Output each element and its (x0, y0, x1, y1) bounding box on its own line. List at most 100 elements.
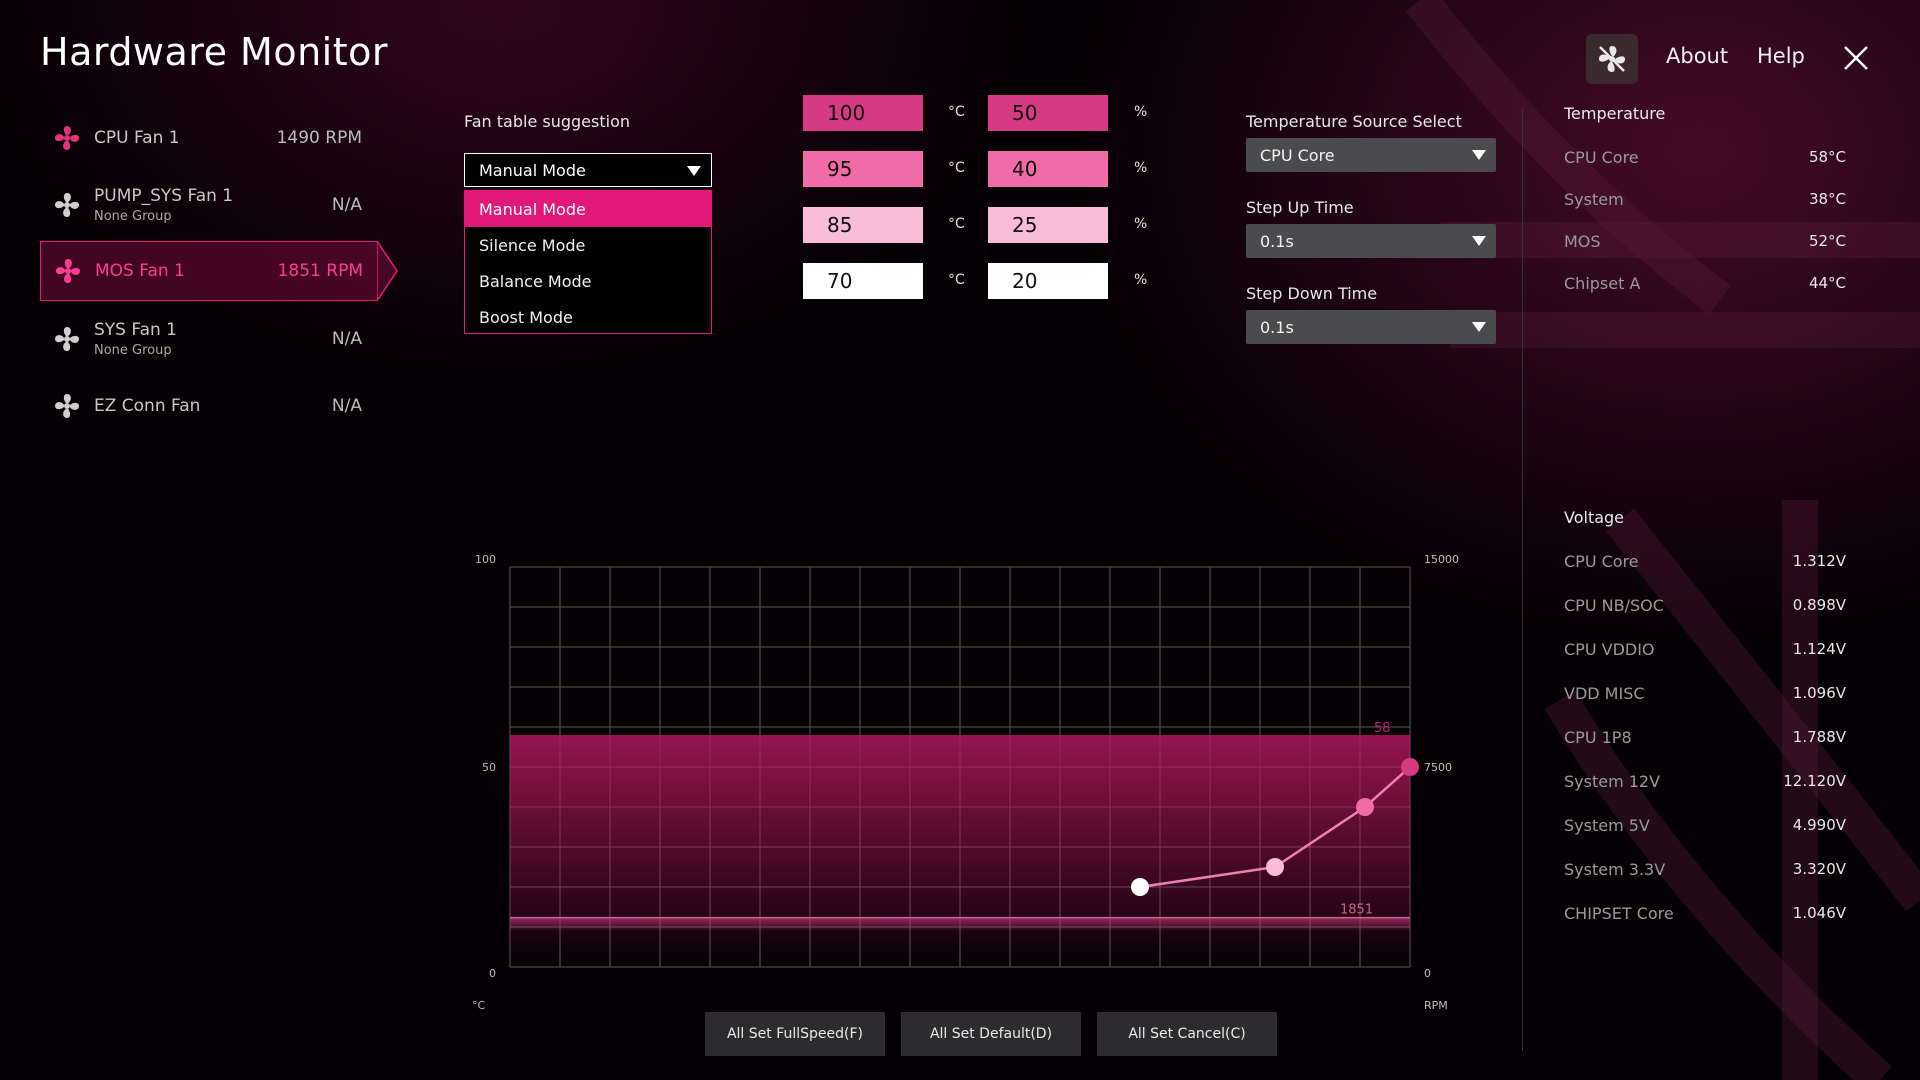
sensor-value: 1.046V (1792, 904, 1846, 922)
percent-input-4[interactable]: 20 (988, 263, 1108, 299)
sensor-value: 1.124V (1792, 640, 1846, 658)
left-axis-tick: 0 (489, 967, 496, 980)
left-axis-tick: 100 (475, 553, 496, 566)
fan-curve-chart[interactable]: 58 1851 100 50 0 15000 7500 0 °C RPM (470, 550, 1460, 1020)
sensor-label: CPU VDDIO (1564, 639, 1655, 659)
close-button[interactable] (1840, 42, 1872, 74)
fan-item-pump-sys-fan-1[interactable]: PUMP_SYS Fan 1 None Group N/A (40, 176, 376, 234)
fan-item-cpu-fan-1[interactable]: CPU Fan 1 1490 RPM (40, 109, 376, 167)
rpm-level-label: 1851 (1340, 903, 1373, 918)
sensor-value: 1.096V (1792, 684, 1846, 702)
curve-point[interactable] (1266, 858, 1284, 876)
sensor-label: Chipset A (1564, 273, 1641, 293)
about-link[interactable]: About (1666, 44, 1728, 68)
percent-input-1[interactable]: 50 (988, 95, 1108, 131)
step-down-select[interactable]: 0.1s (1246, 310, 1496, 344)
fan-mode-select[interactable]: Manual Mode (464, 153, 712, 187)
curve-point[interactable] (1356, 798, 1374, 816)
temp-unit: °C (948, 104, 965, 120)
temp-source-label: Temperature Source Select (1246, 112, 1462, 131)
voltage-row: System 5V 4.990V (1564, 810, 1846, 840)
fan-value: N/A (331, 396, 362, 416)
temp-input-4[interactable]: 70 (803, 263, 923, 299)
fan-group: None Group (94, 343, 172, 358)
fan-off-icon (1599, 46, 1625, 72)
caret-down-icon (1472, 236, 1486, 246)
fan-name: SYS Fan 1 (94, 320, 177, 340)
temperature-title: Temperature (1564, 104, 1666, 123)
left-axis-unit: °C (472, 999, 486, 1012)
sensor-label: MOS (1564, 231, 1601, 251)
voltage-row: CPU 1P8 1.788V (1564, 722, 1846, 752)
voltage-row: CHIPSET Core 1.046V (1564, 898, 1846, 928)
sensor-label: System 5V (1564, 815, 1650, 835)
close-icon (1844, 46, 1868, 70)
temp-input-1[interactable]: 100 (803, 95, 923, 131)
mode-option-balance[interactable]: Balance Mode (465, 263, 711, 299)
right-axis-tick: 0 (1424, 967, 1431, 980)
sensor-value: 38°C (1808, 190, 1846, 208)
all-set-full-speed-button[interactable]: All Set FullSpeed(F) (705, 1012, 885, 1056)
fan-mode-dropdown: Manual Mode Silence Mode Balance Mode Bo… (464, 190, 712, 334)
voltage-row: CPU NB/SOC 0.898V (1564, 590, 1846, 620)
mode-option-silence[interactable]: Silence Mode (465, 227, 711, 263)
fan-item-sys-fan-1[interactable]: SYS Fan 1 None Group N/A (40, 310, 376, 368)
curve-point[interactable] (1401, 758, 1419, 776)
temp-input-2[interactable]: 95 (803, 151, 923, 187)
temperature-row: System 38°C (1564, 184, 1846, 214)
fan-item-mos-fan-1[interactable]: MOS Fan 1 1851 RPM (40, 241, 398, 301)
voltage-row: System 3.3V 3.320V (1564, 854, 1846, 884)
sensor-label: VDD MISC (1564, 683, 1645, 703)
fan-name: CPU Fan 1 (94, 128, 180, 148)
temperature-level-label: 58 (1374, 721, 1391, 736)
percent-input-2[interactable]: 40 (988, 151, 1108, 187)
percent-unit: % (1134, 216, 1148, 232)
app-title: Hardware Monitor (40, 30, 388, 74)
sensor-label: CPU Core (1564, 551, 1639, 571)
percent-input-3[interactable]: 25 (988, 207, 1108, 243)
sensor-value: 58°C (1808, 148, 1846, 166)
fan-value: N/A (331, 195, 362, 215)
sensor-label: System (1564, 189, 1624, 209)
sensor-value: 0.898V (1792, 596, 1846, 614)
fan-icon (55, 394, 79, 418)
sensor-value: 1.788V (1792, 728, 1846, 746)
mode-option-manual[interactable]: Manual Mode (465, 191, 711, 227)
voltage-row: CPU Core 1.312V (1564, 546, 1846, 576)
step-down-label: Step Down Time (1246, 284, 1378, 303)
fan-value: 1851 RPM (277, 261, 363, 281)
left-axis-tick: 50 (482, 761, 496, 774)
mode-option-boost[interactable]: Boost Mode (465, 299, 711, 335)
temp-unit: °C (948, 160, 965, 176)
help-link[interactable]: Help (1757, 44, 1805, 68)
fan-name: PUMP_SYS Fan 1 (94, 186, 234, 206)
selected-arrow-icon (377, 241, 398, 301)
temperature-row: Chipset A 44°C (1564, 268, 1846, 298)
sensor-value: 12.120V (1783, 772, 1846, 790)
sensor-label: CPU 1P8 (1564, 727, 1632, 747)
temp-source-value: CPU Core (1260, 145, 1335, 165)
sensor-label: CPU NB/SOC (1564, 595, 1664, 615)
sensor-value: 1.312V (1792, 552, 1846, 570)
right-axis-tick: 15000 (1424, 553, 1459, 566)
temp-unit: °C (948, 272, 965, 288)
rpm-level-band (510, 917, 1410, 930)
fan-value: 1490 RPM (276, 128, 362, 148)
caret-down-icon (687, 166, 701, 176)
temp-input-3[interactable]: 85 (803, 207, 923, 243)
temp-source-select[interactable]: CPU Core (1246, 138, 1496, 172)
fan-group: None Group (94, 209, 172, 224)
sensor-label: CHIPSET Core (1564, 903, 1674, 923)
fan-off-button[interactable] (1586, 34, 1638, 84)
fan-icon (55, 193, 79, 217)
sensor-label: System 3.3V (1564, 859, 1666, 879)
step-up-label: Step Up Time (1246, 198, 1354, 217)
all-set-default-button[interactable]: All Set Default(D) (901, 1012, 1081, 1056)
fan-item-ez-conn-fan[interactable]: EZ Conn Fan N/A (40, 377, 376, 435)
all-set-cancel-button[interactable]: All Set Cancel(C) (1097, 1012, 1277, 1056)
caret-down-icon (1472, 322, 1486, 332)
step-up-select[interactable]: 0.1s (1246, 224, 1496, 258)
temperature-row: MOS 52°C (1564, 226, 1846, 256)
curve-point[interactable] (1131, 878, 1149, 896)
right-axis-unit: RPM (1424, 999, 1448, 1012)
